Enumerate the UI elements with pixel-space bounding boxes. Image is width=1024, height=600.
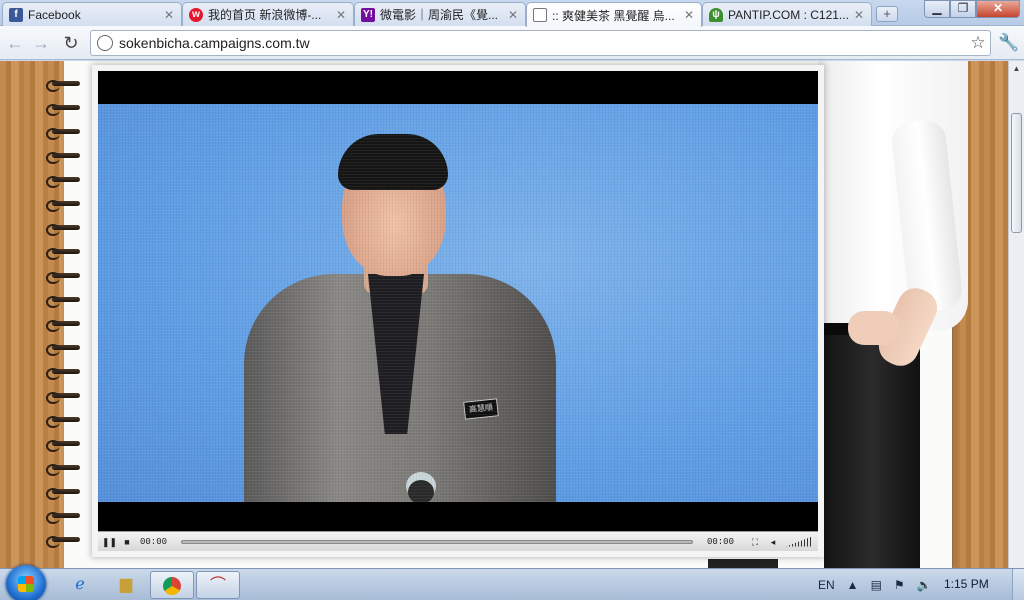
minimize-button[interactable]: ▁ (924, 0, 950, 18)
device-icon[interactable]: ▤ (871, 578, 882, 592)
bookmark-star-icon[interactable]: ☆ (966, 33, 990, 53)
name-badge: 高慧順 (463, 398, 499, 420)
presenter-jacket (244, 274, 556, 502)
video-player[interactable]: 高慧順 ❚❚ ■ 00:00 00:00 ⛶ ◂ (98, 71, 818, 551)
maximize-button[interactable]: ❐ (950, 0, 976, 18)
tab-yahoo[interactable]: Y! 微電影｜周渝民《覺... ✕ (354, 2, 526, 26)
address-bar[interactable]: sokenbicha.campaigns.com.tw ☆ (90, 30, 991, 56)
wrench-menu-icon[interactable]: 🔧 (998, 33, 1019, 53)
close-tab-icon[interactable]: ✕ (163, 8, 175, 22)
folder-icon[interactable]: ▆ (104, 571, 148, 599)
tab-facebook[interactable]: f Facebook ✕ (2, 2, 182, 26)
internet-explorer-icon[interactable]: ℯ (58, 571, 102, 599)
chrome-icon[interactable] (150, 571, 194, 599)
tab-strip: f Facebook ✕ w 我的首页 新浪微博-... ✕ Y! 微電影｜周渝… (0, 0, 1024, 27)
cactus-icon: ψ (709, 7, 723, 22)
forward-arrow-icon[interactable]: → (30, 32, 52, 54)
stop-icon[interactable]: ■ (120, 535, 134, 549)
duration-time: 00:00 (706, 536, 734, 547)
back-arrow-icon[interactable]: ← (4, 32, 26, 54)
weibo-icon: w (189, 7, 203, 22)
facebook-icon: f (9, 7, 23, 22)
presenter-neck (364, 244, 428, 294)
address-url[interactable]: sokenbicha.campaigns.com.tw (119, 35, 966, 51)
tab-title: 我的首页 新浪微博-... (208, 8, 322, 22)
spiral-binding (44, 61, 80, 569)
speaker-icon[interactable]: ◂ (766, 535, 780, 549)
reload-icon[interactable]: ↻ (60, 32, 82, 54)
close-tab-icon[interactable]: ✕ (507, 8, 519, 22)
tray-expand-icon[interactable]: ▲ (847, 578, 859, 592)
network-icon[interactable]: ⚑ (894, 578, 905, 592)
volume-slider[interactable] (786, 536, 812, 547)
close-window-button[interactable]: ✕ (976, 0, 1020, 18)
fullscreen-icon[interactable]: ⛶ (748, 535, 762, 549)
app-icon[interactable]: ⌒ (196, 571, 240, 599)
browser-toolbar: ← → ↻ sokenbicha.campaigns.com.tw ☆ (0, 26, 1024, 60)
language-indicator[interactable]: EN (818, 578, 835, 592)
pause-icon[interactable]: ❚❚ (102, 535, 117, 549)
video-controls: ❚❚ ■ 00:00 00:00 ⛶ ◂ (98, 531, 818, 551)
close-tab-icon[interactable]: ✕ (853, 8, 865, 22)
tab-weibo[interactable]: w 我的首页 新浪微博-... ✕ (182, 2, 354, 26)
model-hand (848, 311, 900, 345)
video-frame[interactable]: 高慧順 (98, 104, 818, 502)
seek-bar[interactable] (181, 539, 693, 544)
microphone (408, 480, 434, 502)
presenter: 高慧順 (238, 134, 558, 502)
page-icon (533, 8, 547, 22)
volume-icon[interactable]: 🔈 (917, 578, 932, 592)
close-tab-icon[interactable]: ✕ (335, 8, 347, 22)
presenter-hair (338, 134, 448, 190)
new-tab-button[interactable]: + (876, 6, 898, 22)
tab-title: Facebook (28, 7, 81, 22)
presenter-face (342, 146, 446, 276)
clock[interactable]: 1:15 PM (944, 577, 989, 591)
scroll-thumb[interactable] (1011, 113, 1022, 233)
page-info-icon[interactable] (97, 35, 113, 51)
yahoo-icon: Y! (361, 7, 375, 22)
elapsed-time: 00:00 (140, 536, 168, 547)
system-tray: EN ▲ ▤ ⚑ 🔈 (812, 571, 938, 599)
show-desktop-button[interactable] (1012, 569, 1024, 600)
tab-title: 微電影｜周渝民《覺... (380, 8, 499, 22)
tab-pantip[interactable]: ψ PANTIP.COM : C121... ✕ (702, 2, 872, 26)
page-scrollbar[interactable]: ▲ (1008, 61, 1024, 569)
windows-taskbar: ℯ ▆ ⌒ EN ▲ ▤ ⚑ 🔈 1:15 PM (0, 565, 1024, 600)
presenter-shirt (368, 274, 424, 434)
tab-title: PANTIP.COM : C121... (728, 7, 849, 22)
window-controls: ▁ ❐ ✕ (924, 0, 1020, 18)
tab-sokenbicha[interactable]: :: 爽健美茶 黑覺醒 烏... ✕ (526, 2, 702, 27)
tab-title: :: 爽健美茶 黑覺醒 烏... (552, 8, 675, 23)
scroll-up-icon[interactable]: ▲ (1009, 61, 1024, 77)
close-tab-icon[interactable]: ✕ (683, 8, 695, 22)
start-button[interactable] (6, 565, 46, 600)
